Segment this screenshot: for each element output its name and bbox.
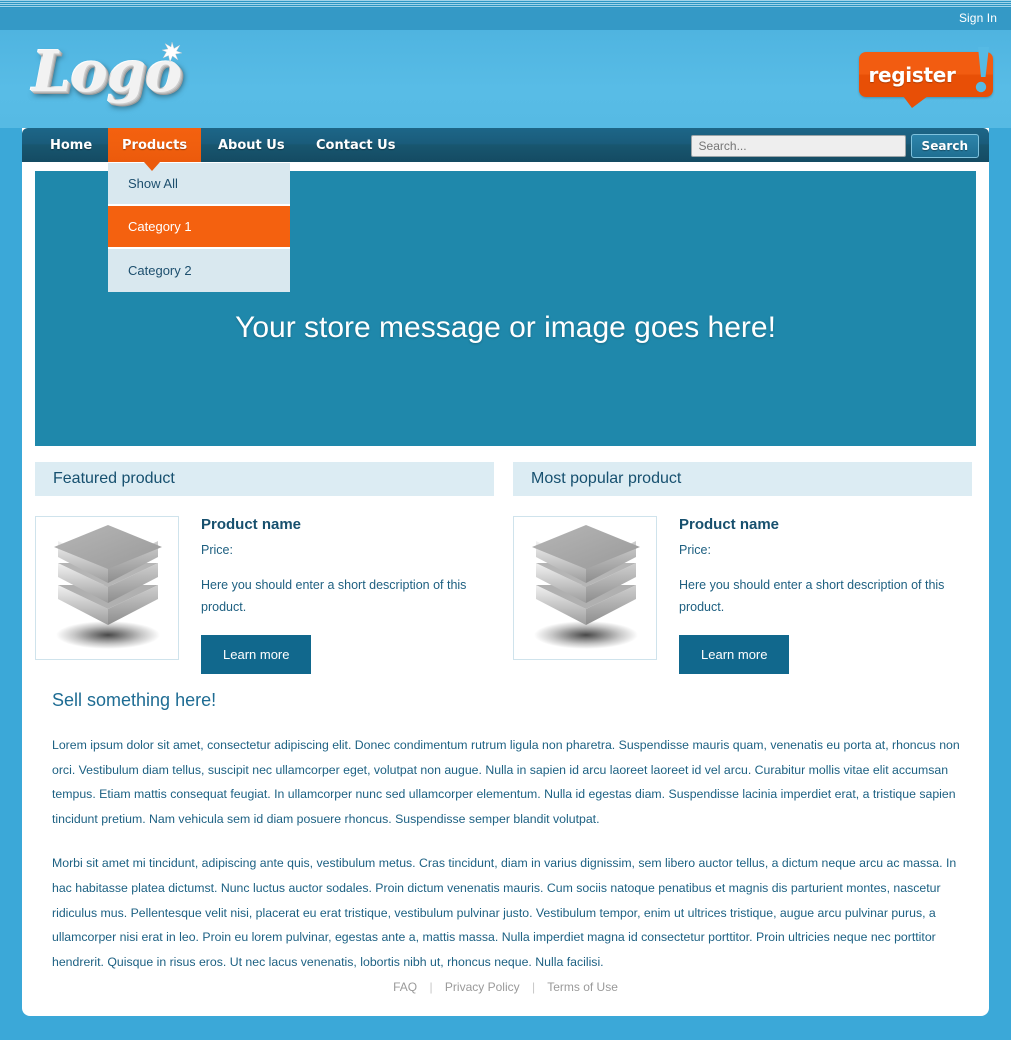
nav-item-contact-us[interactable]: Contact Us <box>302 128 409 162</box>
nav-item-products[interactable]: Products <box>108 128 202 162</box>
register-label: register <box>868 63 956 87</box>
footer-link-terms-of-use[interactable]: Terms of Use <box>547 980 618 994</box>
sign-in-link[interactable]: Sign In <box>959 11 997 25</box>
signin-bar: Sign In <box>0 8 1011 30</box>
dropdown-item-show-all[interactable]: Show All <box>108 163 290 206</box>
stacked-layers-icon <box>532 525 640 649</box>
panel-title: Most popular product <box>513 462 972 496</box>
register-bubble-tail <box>903 96 928 108</box>
body-paragraph: Lorem ipsum dolor sit amet, consectetur … <box>52 738 960 826</box>
product-card: Product name Price: Here you should ente… <box>513 516 972 674</box>
featured-product-panel: Featured product Product name Price: Her… <box>35 462 494 674</box>
footer-link-faq[interactable]: FAQ <box>393 980 417 994</box>
product-image-frame[interactable] <box>513 516 657 660</box>
product-price: Price: <box>679 543 711 557</box>
hero-message: Your store message or image goes here! <box>235 311 776 344</box>
nav-item-about-us[interactable]: About Us <box>204 128 299 162</box>
footer: FAQ | Privacy Policy | Terms of Use <box>22 980 989 994</box>
footer-separator: | <box>531 980 536 994</box>
product-image-frame[interactable] <box>35 516 179 660</box>
section-title: Sell something here! <box>52 690 217 710</box>
search-area: Search <box>690 134 979 158</box>
site-header: Logo register <box>0 30 1011 128</box>
site-logo[interactable]: Logo <box>32 40 202 120</box>
learn-more-button[interactable]: Learn more <box>201 634 312 674</box>
search-input[interactable] <box>690 135 906 157</box>
product-price: Price: <box>201 543 233 557</box>
logo-text: Logo <box>32 39 182 105</box>
learn-more-button[interactable]: Learn more <box>679 634 790 674</box>
nav-item-home[interactable]: Home <box>36 128 106 162</box>
sell-section: Sell something here! Lorem ipsum dolor s… <box>52 690 962 994</box>
product-description: Here you should enter a short descriptio… <box>201 578 467 614</box>
product-description: Here you should enter a short descriptio… <box>679 578 945 614</box>
logo-starburst-icon <box>162 42 182 62</box>
product-name: Product name <box>679 516 780 533</box>
products-dropdown-menu: Show All Category 1 Category 2 <box>108 162 290 292</box>
dropdown-pointer-icon <box>144 162 160 171</box>
dropdown-item-category-1[interactable]: Category 1 <box>108 206 290 249</box>
product-details: Product name Price: Here you should ente… <box>201 516 494 674</box>
stacked-layers-icon <box>54 525 162 649</box>
dropdown-item-category-2[interactable]: Category 2 <box>108 249 290 292</box>
exclamation-mark-icon <box>975 47 989 93</box>
search-button[interactable]: Search <box>910 134 979 158</box>
panel-title: Featured product <box>35 462 494 496</box>
footer-separator: | <box>429 980 433 994</box>
most-popular-product-panel: Most popular product Product name Price:… <box>513 462 972 674</box>
register-button[interactable]: register <box>859 47 993 108</box>
footer-link-privacy-policy[interactable]: Privacy Policy <box>445 980 520 994</box>
main-navigation: Home Products About Us Contact Us Search <box>22 128 989 162</box>
product-name: Product name <box>201 516 302 533</box>
body-paragraph: Morbi sit amet mi tincidunt, adipiscing … <box>52 856 957 969</box>
product-details: Product name Price: Here you should ente… <box>679 516 972 674</box>
top-stripe-decoration <box>0 0 1011 8</box>
product-card: Product name Price: Here you should ente… <box>35 516 494 674</box>
